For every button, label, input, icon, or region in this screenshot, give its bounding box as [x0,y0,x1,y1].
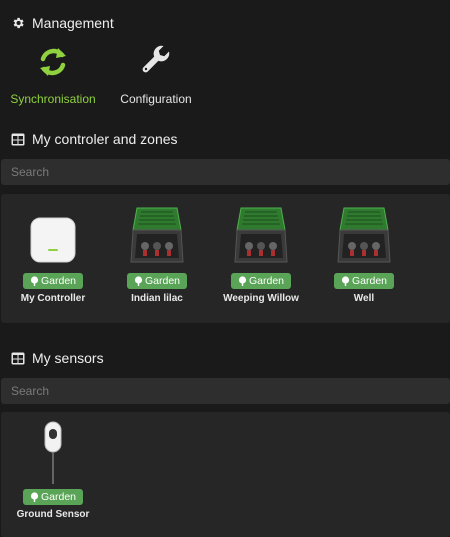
gear-icon [11,16,25,30]
tree-icon [134,276,143,286]
tree-icon [341,276,350,286]
controller-device-icon [23,210,83,270]
zone-tile-weeping-willow[interactable]: Garden Weeping Willow [211,204,311,304]
zone-tile-my-controller[interactable]: Garden My Controller [3,210,103,304]
valve-box-icon [127,204,187,270]
ground-sensor-icon [23,420,83,486]
garden-badge: Garden [22,273,84,289]
zone-tile-well[interactable]: Garden Well [314,204,414,304]
sync-icon [36,45,70,84]
zone-name: My Controller [20,293,86,304]
sensors-search-input[interactable] [1,378,450,404]
sensors-title: My sensors [32,350,104,366]
garden-badge: Garden [333,273,395,289]
synchronisation-button[interactable]: Synchronisation [10,45,96,106]
zones-header: My controler and zones [11,131,178,147]
wrench-icon [139,45,173,84]
zones-search-input[interactable] [1,159,450,185]
zone-tile-indian-lilac[interactable]: Garden Indian lilac [107,204,207,304]
garden-badge: Garden [22,489,84,505]
configuration-label: Configuration [120,92,192,106]
zone-name: Well [353,293,375,304]
zones-title: My controler and zones [32,131,178,147]
tree-icon [30,276,39,286]
management-header: Management [11,15,114,31]
zone-name: Weeping Willow [223,293,299,304]
zone-name: Indian lilac [131,293,183,304]
sensor-tile-ground-sensor[interactable]: Garden Ground Sensor [3,420,103,520]
sensor-name: Ground Sensor [16,509,90,520]
garden-badge: Garden [230,273,292,289]
management-title: Management [32,15,114,31]
tree-icon [30,492,39,502]
tree-icon [238,276,247,286]
grid-icon [11,352,25,365]
sensors-header: My sensors [11,350,104,366]
zones-panel: Garden My Controller Garden Indian lilac [1,194,450,323]
valve-box-icon [334,204,394,270]
garden-badge: Garden [126,273,188,289]
grid-icon [11,133,25,146]
synchronisation-label: Synchronisation [10,92,96,106]
valve-box-icon [231,204,291,270]
sensors-panel: Garden Ground Sensor [1,412,450,537]
configuration-button[interactable]: Configuration [119,45,193,106]
